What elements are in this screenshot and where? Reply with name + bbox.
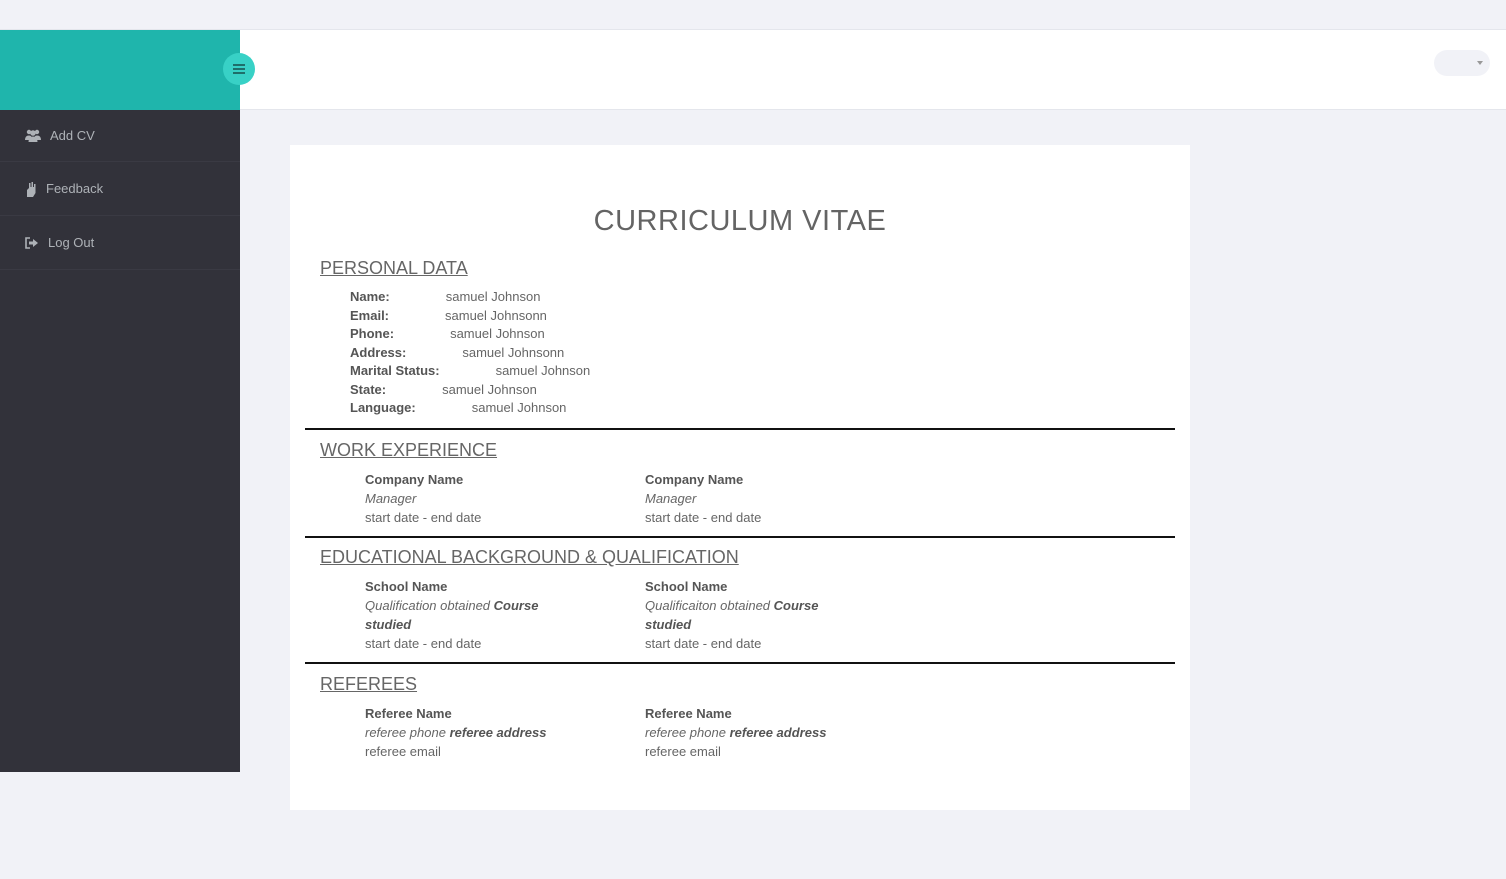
school-name: School Name bbox=[645, 579, 728, 594]
cv-title: CURRICULUM VITAE bbox=[593, 205, 887, 237]
sidebar: Add CV Feedback Log Out bbox=[0, 110, 240, 772]
referee-entry: Referee Name referee phone referee addre… bbox=[645, 704, 845, 761]
course-studied: studied bbox=[365, 617, 412, 632]
section-heading-education: EDUCATIONAL BACKGROUND & QUALIFICATION bbox=[320, 547, 739, 567]
work-dates: start date - end date bbox=[365, 510, 482, 525]
section-heading-personal: PERSONAL DATA bbox=[320, 258, 468, 278]
course-studied: studied bbox=[645, 617, 692, 632]
referee-email: referee email bbox=[645, 744, 721, 759]
top-strip bbox=[0, 0, 1506, 30]
education-entry: School Name Qualification obtained Cours… bbox=[365, 577, 565, 653]
section-divider bbox=[305, 536, 1175, 538]
referee-name: Referee Name bbox=[365, 706, 452, 721]
field-value: samuel Johnsonn bbox=[445, 307, 547, 323]
job-role: Manager bbox=[645, 491, 697, 506]
field-value: samuel Johnson bbox=[442, 381, 537, 397]
top-header bbox=[240, 30, 1506, 110]
section-heading-work: WORK EXPERIENCE bbox=[320, 440, 498, 460]
work-dates: start date - end date bbox=[645, 510, 762, 525]
field-label: Address: bbox=[350, 344, 407, 360]
field-value: samuel Johnson bbox=[471, 400, 567, 415]
section-divider bbox=[305, 428, 1175, 430]
company-name: Company Name bbox=[365, 472, 464, 487]
course: Course bbox=[493, 598, 539, 613]
personal-data-list: Name: samuel Johnson Email: samuel Johnson… bbox=[350, 288, 590, 418]
referee-address: referee address bbox=[729, 725, 827, 740]
field-address: Address: samuel Johnsonn bbox=[350, 344, 590, 363]
work-entry: Company Name Manager start date - end da… bbox=[645, 470, 845, 527]
referee-address: referee address bbox=[449, 725, 547, 740]
field-label: Marital Status: bbox=[350, 363, 440, 378]
section-divider bbox=[305, 662, 1175, 664]
qualification: Qualificaiton obtained bbox=[645, 598, 771, 613]
referee-entry: Referee Name referee phone referee addre… bbox=[365, 704, 565, 761]
caret-down-icon bbox=[1477, 61, 1483, 65]
qualification: Qualification obtained bbox=[365, 598, 491, 613]
field-value: samuel Johnson bbox=[445, 289, 541, 304]
field-label: Language: bbox=[350, 400, 416, 415]
cv-document: CURRICULUM VITAE PERSONAL DATA Name: samu… bbox=[290, 145, 1190, 810]
sidebar-item-label: Feedback bbox=[46, 181, 104, 196]
feedback-icon bbox=[25, 181, 37, 197]
sidebar-item-label: Add CV bbox=[50, 128, 95, 143]
field-language: Language: samuel Johnson bbox=[350, 399, 590, 418]
school-name: School Name bbox=[365, 579, 448, 594]
field-phone: Phone: samuel Johnson bbox=[350, 325, 590, 344]
field-state: State: samuel Johnson bbox=[350, 381, 590, 400]
education-entry: School Name Qualificaiton obtained Cours… bbox=[645, 577, 845, 653]
menu-icon bbox=[233, 64, 245, 74]
sidebar-item-label: Log Out bbox=[48, 235, 95, 250]
course: Course bbox=[773, 598, 819, 613]
user-dropdown[interactable] bbox=[1434, 50, 1490, 76]
field-value: samuel Johnson bbox=[495, 363, 591, 378]
sidebar-toggle-button[interactable] bbox=[223, 53, 255, 85]
sidebar-item-feedback[interactable]: Feedback bbox=[0, 162, 240, 216]
education-dates: start date - end date bbox=[365, 636, 482, 651]
field-label: State: bbox=[350, 381, 387, 397]
logout-icon bbox=[25, 235, 39, 251]
referee-email: referee email bbox=[365, 744, 441, 759]
company-name: Company Name bbox=[645, 472, 744, 487]
field-marital-status: Marital Status: samuel Johnson bbox=[350, 362, 590, 381]
field-value: samuel Johnson bbox=[450, 326, 545, 341]
sidebar-item-add-cv[interactable]: Add CV bbox=[0, 110, 240, 162]
brand-bar bbox=[0, 30, 240, 110]
referee-phone: referee phone bbox=[365, 725, 446, 740]
field-value: samuel Johnsonn bbox=[462, 344, 565, 360]
field-label: Name: bbox=[350, 289, 390, 304]
field-label: Email: bbox=[350, 307, 390, 323]
field-email: Email: samuel Johnsonn bbox=[350, 307, 590, 326]
job-role: Manager bbox=[365, 491, 417, 506]
users-icon bbox=[25, 128, 41, 144]
referee-phone: referee phone bbox=[645, 725, 726, 740]
field-name: Name: samuel Johnson bbox=[350, 288, 590, 307]
field-label: Phone: bbox=[350, 326, 395, 341]
sidebar-item-log-out[interactable]: Log Out bbox=[0, 216, 240, 270]
education-dates: start date - end date bbox=[645, 636, 762, 651]
section-heading-referees: REFEREES bbox=[320, 674, 418, 694]
work-entry: Company Name Manager start date - end da… bbox=[365, 470, 565, 527]
referee-name: Referee Name bbox=[645, 706, 732, 721]
